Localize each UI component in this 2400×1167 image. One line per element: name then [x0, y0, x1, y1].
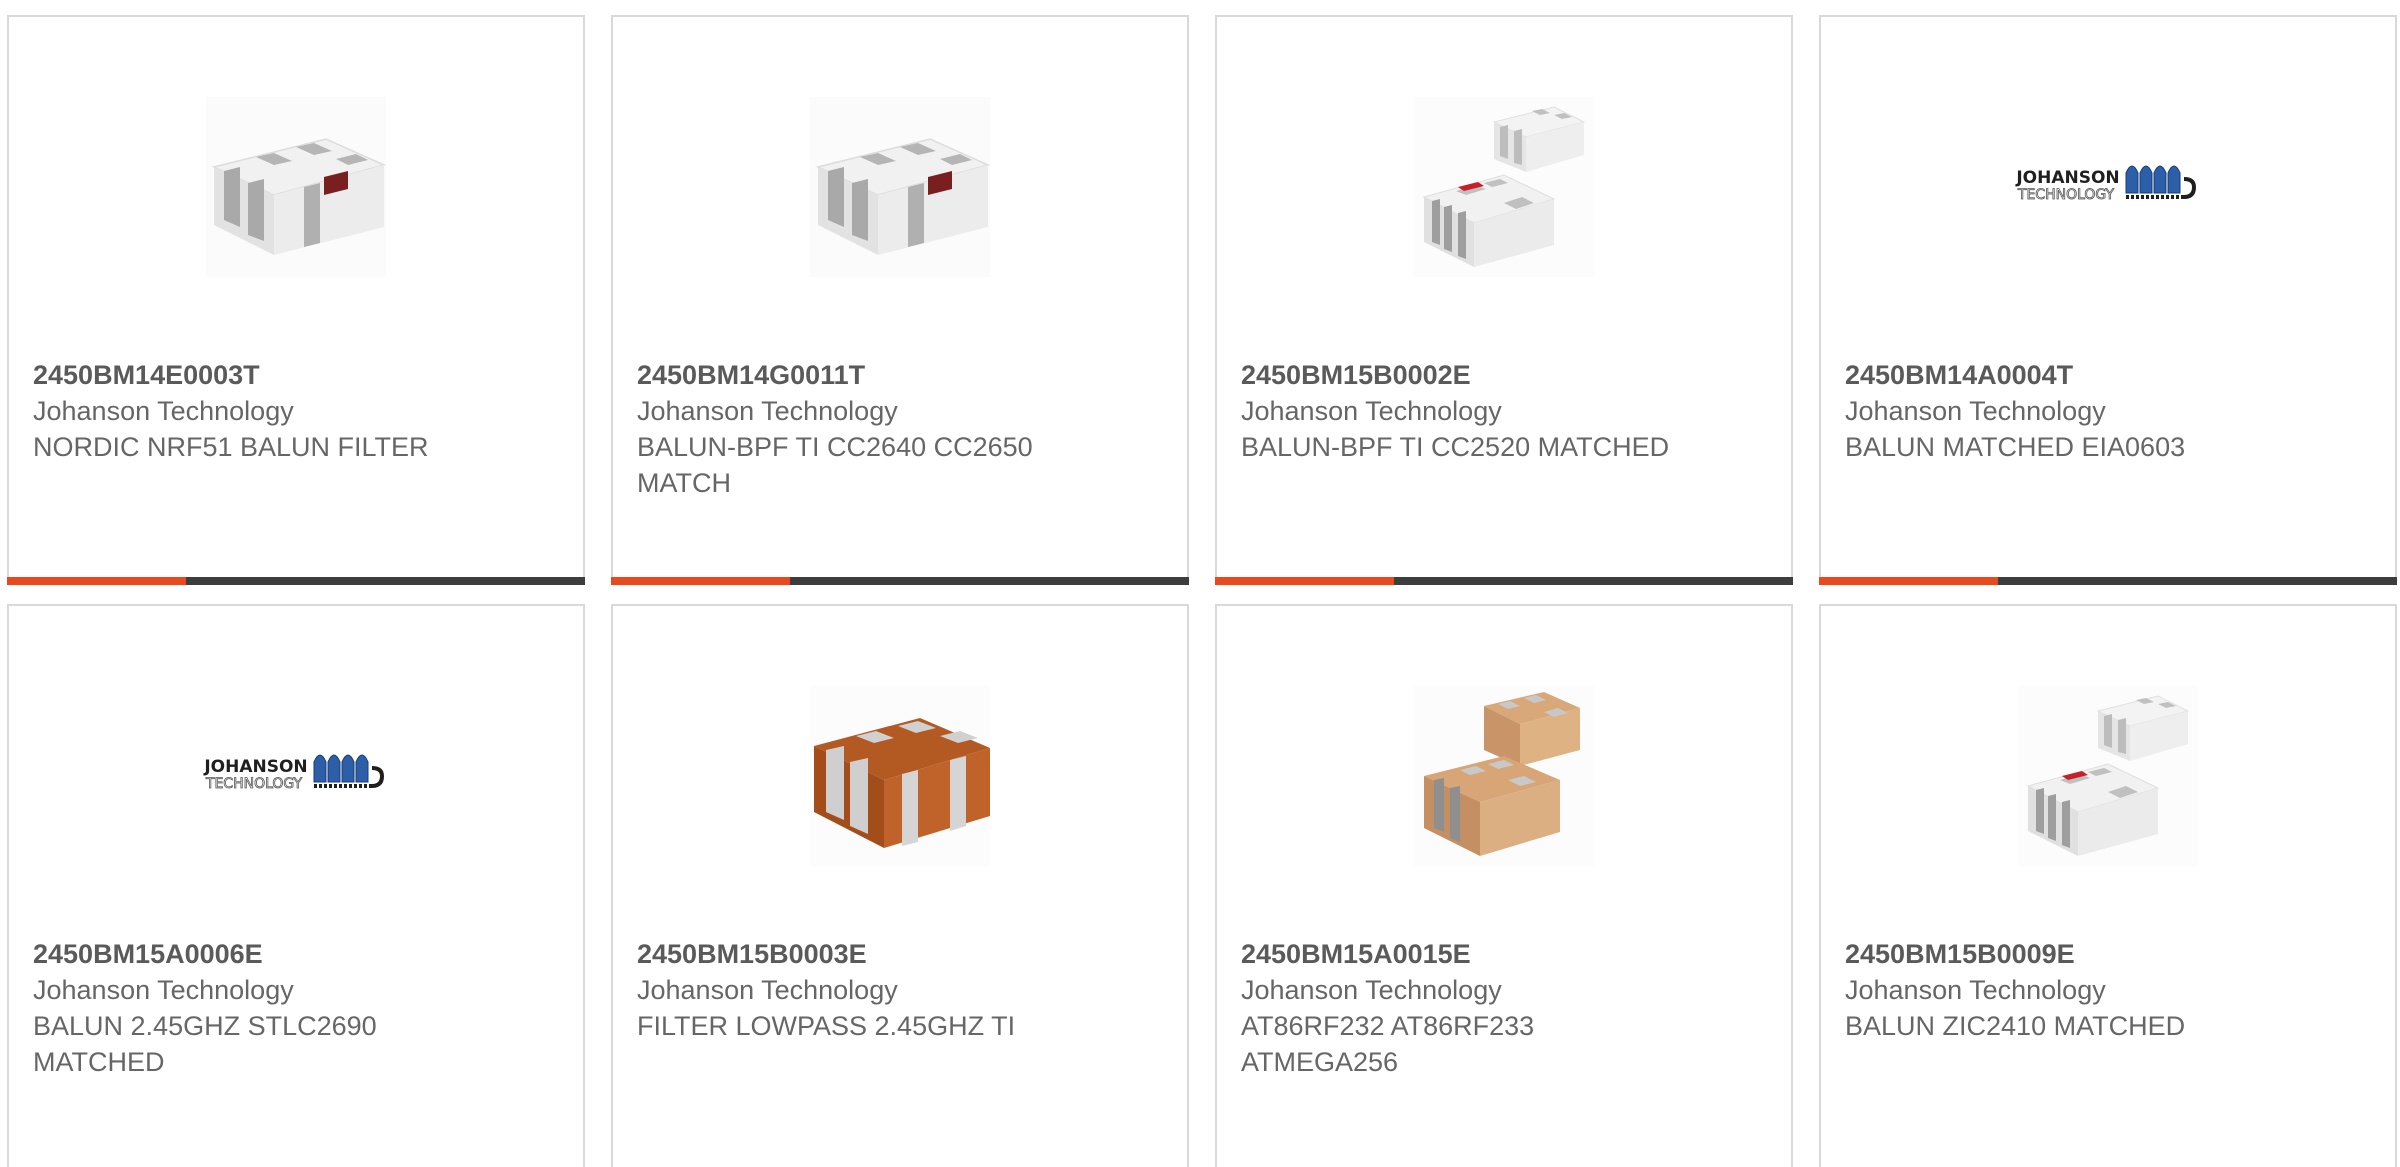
manufacturer-name: Johanson Technology	[637, 396, 898, 426]
product-card[interactable]: 2450BM15B0009E Johanson Technology BALUN…	[1819, 604, 2397, 1167]
part-number-link[interactable]: 2450BM15A0006E	[33, 936, 559, 972]
part-number-link[interactable]: 2450BM15B0009E	[1845, 936, 2371, 972]
logo-line1: JOHANSON	[203, 757, 307, 777]
product-description: BALUN ZIC2410 MATCHED	[1845, 1011, 2186, 1041]
part-number-link[interactable]: 2450BM15B0002E	[1241, 357, 1767, 393]
manufacturer-name: Johanson Technology	[1845, 396, 2106, 426]
card-bottom-bar	[1215, 577, 1793, 585]
white-chip-icon	[810, 97, 991, 277]
manufacturer-name: Johanson Technology	[637, 975, 898, 1005]
product-description: BALUN-BPF TI CC2520 MATCHED	[1241, 432, 1670, 462]
part-number-link[interactable]: 2450BM15A0015E	[1241, 936, 1767, 972]
card-accent-bar	[7, 577, 187, 585]
johanson-logo: JOHANSON TECHNOLOGY	[203, 754, 385, 792]
logo-line2: TECHNOLOGY	[205, 776, 303, 792]
product-image[interactable]: JOHANSON TECHNOLOGY	[2008, 87, 2208, 287]
product-description: NORDIC NRF51 BALUN FILTER	[33, 432, 429, 462]
product-image[interactable]: JOHANSON TECHNOLOGY	[196, 676, 396, 876]
manufacturer-name: Johanson Technology	[1845, 975, 2106, 1005]
product-description: BALUN MATCHED EIA0603	[1845, 432, 2186, 462]
product-image[interactable]	[1404, 676, 1604, 876]
logo-line2: TECHNOLOGY	[2017, 187, 2115, 203]
manufacturer-name: Johanson Technology	[33, 396, 294, 426]
card-accent-bar	[611, 577, 791, 585]
product-image[interactable]	[800, 87, 1000, 287]
johanson-logo: JOHANSON TECHNOLOGY	[2015, 165, 2197, 203]
product-description: FILTER LOWPASS 2.45GHZ TI	[637, 1011, 1016, 1041]
part-number-link[interactable]: 2450BM14A0004T	[1845, 357, 2371, 393]
product-description: BALUN 2.45GHZ STLC2690 MATCHED	[33, 1011, 377, 1077]
part-number-link[interactable]: 2450BM14G0011T	[637, 357, 1163, 393]
product-description: BALUN-BPF TI CC2640 CC2650 MATCH	[637, 432, 1033, 498]
white-chip-icon	[206, 97, 387, 277]
manufacturer-name: Johanson Technology	[33, 975, 294, 1005]
card-accent-bar	[1819, 577, 1999, 585]
product-grid: 2450BM14E0003T Johanson Technology NORDI…	[0, 0, 2400, 1167]
product-description: AT86RF232 AT86RF233 ATMEGA256	[1241, 1011, 1535, 1077]
manufacturer-name: Johanson Technology	[1241, 975, 1502, 1005]
white-chip-pair-icon	[2018, 686, 2198, 866]
card-bottom-bar	[7, 577, 585, 585]
part-number-link[interactable]: 2450BM14E0003T	[33, 357, 559, 393]
product-card[interactable]: 2450BM15B0002E Johanson Technology BALUN…	[1215, 15, 1793, 585]
product-image[interactable]	[196, 87, 396, 287]
product-image[interactable]	[800, 676, 1000, 876]
product-image[interactable]	[1404, 87, 1604, 287]
white-chip-pair-icon	[1414, 97, 1594, 277]
product-card[interactable]: JOHANSON TECHNOLOGY 2450BM15A0006E Johan…	[7, 604, 585, 1167]
product-card[interactable]: 2450BM15B0003E Johanson Technology FILTE…	[611, 604, 1189, 1167]
product-card[interactable]: 2450BM14E0003T Johanson Technology NORDI…	[7, 15, 585, 585]
card-bottom-bar	[1819, 577, 2397, 585]
product-card[interactable]: JOHANSON TECHNOLOGY 2450BM14A0004T Johan…	[1819, 15, 2397, 585]
brown-chip-icon	[810, 686, 990, 866]
product-image[interactable]	[2008, 676, 2208, 876]
product-card[interactable]: 2450BM14G0011T Johanson Technology BALUN…	[611, 15, 1189, 585]
part-number-link[interactable]: 2450BM15B0003E	[637, 936, 1163, 972]
card-accent-bar	[1215, 577, 1395, 585]
product-card[interactable]: 2450BM15A0015E Johanson Technology AT86R…	[1215, 604, 1793, 1167]
logo-line1: JOHANSON	[2015, 168, 2119, 188]
tan-chip-pair-icon	[1414, 686, 1594, 866]
card-bottom-bar	[611, 577, 1189, 585]
manufacturer-name: Johanson Technology	[1241, 396, 1502, 426]
